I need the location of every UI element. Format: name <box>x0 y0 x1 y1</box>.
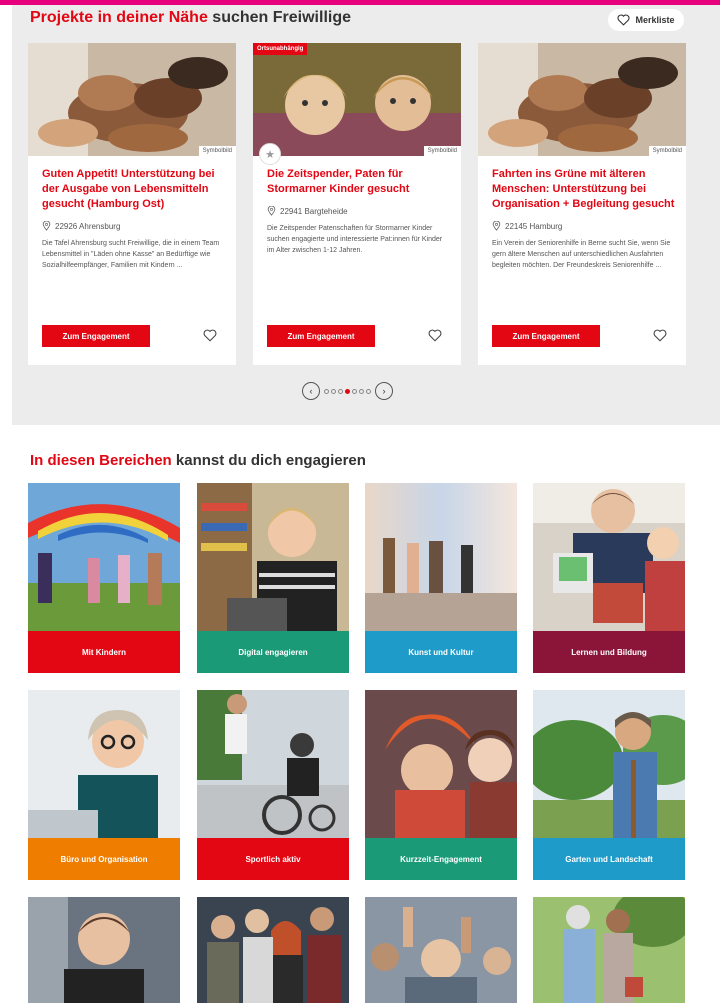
area-tile-image[interactable] <box>197 897 349 1003</box>
project-card-image: Symbolbild <box>478 43 686 156</box>
areas-heading-highlight: In diesen Bereichen <box>30 452 172 469</box>
image-tag: Symbolbild <box>423 146 461 156</box>
project-card-location: 22145 Hamburg <box>492 221 676 231</box>
project-card-title[interactable]: Die Zeitspender, Paten für Stormarner Ki… <box>267 167 451 197</box>
project-card-image: Ortsunabhängig Symbolbild <box>253 43 461 156</box>
area-tile-label: Kunst und Kultur <box>365 631 517 673</box>
location-pin-icon <box>492 221 501 231</box>
areas-heading-rest: kannst du dich engagieren <box>175 452 366 469</box>
heart-icon[interactable] <box>428 329 442 342</box>
area-tile-kurzzeit-engagement[interactable]: Kurzzeit-Engagement <box>365 690 517 880</box>
projects-section: Projekte in deiner Nähe suchen Freiwilli… <box>12 5 720 425</box>
projects-heading-highlight: Projekte in deiner Nähe <box>30 9 208 26</box>
project-card[interactable]: Symbolbild Guten Appetit! Unterstützung … <box>28 43 236 365</box>
area-tile-label: Digital engagieren <box>197 631 349 673</box>
area-tile-image[interactable] <box>365 897 517 1003</box>
project-card-description: Ein Verein der Seniorenhilfe in Berne su… <box>492 240 671 269</box>
project-card-title[interactable]: Guten Appetit! Unterstützung bei der Aus… <box>42 167 226 212</box>
area-tile-label: Garten und Landschaft <box>533 838 685 880</box>
area-tile-mit-kindern[interactable]: Mit Kindern <box>28 483 180 673</box>
image-tag: Symbolbild <box>648 146 686 156</box>
heart-icon[interactable] <box>653 329 667 342</box>
location-text: 22145 Hamburg <box>505 221 563 231</box>
areas-heading: In diesen Bereichen kannst du dich engag… <box>30 452 366 469</box>
pager-dot[interactable] <box>331 388 336 394</box>
pager-dot[interactable] <box>345 388 350 394</box>
location-independent-badge: Ortsunabhängig <box>253 43 308 55</box>
projects-heading-rest: suchen Freiwillige <box>212 9 351 26</box>
pager-dot[interactable] <box>366 388 371 394</box>
area-tile-label: Kurzzeit-Engagement <box>365 838 517 880</box>
location-pin-icon <box>267 206 276 216</box>
zum-engagement-button[interactable]: Zum Engagement <box>267 325 375 347</box>
project-card[interactable]: Ortsunabhängig Symbolbild ★ Die Zeitspen… <box>253 43 461 365</box>
project-card-location: 22941 Bargteheide <box>267 206 451 216</box>
location-text: 22926 Ahrensburg <box>55 221 121 231</box>
zum-engagement-button[interactable]: Zum Engagement <box>492 325 600 347</box>
location-pin-icon <box>42 221 51 231</box>
area-tile-kunst-und-kultur[interactable]: Kunst und Kultur <box>365 483 517 673</box>
pager-dot[interactable] <box>324 388 329 394</box>
area-tile-image[interactable] <box>28 897 180 1003</box>
project-card-location: 22926 Ahrensburg <box>42 221 226 231</box>
area-tile-label: Büro und Organisation <box>28 838 180 880</box>
pager-dots <box>323 388 372 394</box>
area-tile-lernen-und-bildung[interactable]: Lernen und Bildung <box>533 483 685 673</box>
merkliste-button[interactable]: Merkliste <box>608 9 684 31</box>
project-card-description: Die Zeitspender Patenschaften für Storma… <box>267 225 443 254</box>
project-card-title[interactable]: Fahrten ins Grüne mit älteren Menschen: … <box>492 167 676 212</box>
chevron-right-icon[interactable]: › <box>375 382 393 400</box>
area-tile-sportlich-aktiv[interactable]: Sportlich aktiv <box>197 690 349 880</box>
project-card-description: Die Tafel Ahrensburg sucht Freiwillige, … <box>42 240 220 269</box>
area-tile-label: Lernen und Bildung <box>533 631 685 673</box>
area-tile-buero-und-organisation[interactable]: Büro und Organisation <box>28 690 180 880</box>
area-tile-label: Sportlich aktiv <box>197 838 349 880</box>
pager-dot[interactable] <box>359 388 364 394</box>
heart-icon[interactable] <box>203 329 217 342</box>
carousel-pager: ‹ › <box>302 382 393 400</box>
pager-dot[interactable] <box>352 388 357 394</box>
zum-engagement-button[interactable]: Zum Engagement <box>42 325 150 347</box>
merkliste-label: Merkliste <box>635 15 675 25</box>
area-tile-label: Mit Kindern <box>28 631 180 673</box>
area-tile-image[interactable] <box>533 897 685 1003</box>
location-text: 22941 Bargteheide <box>280 206 348 216</box>
heart-icon <box>617 14 630 26</box>
image-tag: Symbolbild <box>198 146 236 156</box>
pager-dot[interactable] <box>338 388 343 394</box>
area-tile-garten-und-landschaft[interactable]: Garten und Landschaft <box>533 690 685 880</box>
projects-heading: Projekte in deiner Nähe suchen Freiwilli… <box>30 9 351 27</box>
project-card-image: Symbolbild <box>28 43 236 156</box>
organization-logo-icon: ★ <box>259 143 281 165</box>
project-card[interactable]: Symbolbild Fahrten ins Grüne mit älteren… <box>478 43 686 365</box>
area-tile-digital-engagieren[interactable]: Digital engagieren <box>197 483 349 673</box>
chevron-left-icon[interactable]: ‹ <box>302 382 320 400</box>
